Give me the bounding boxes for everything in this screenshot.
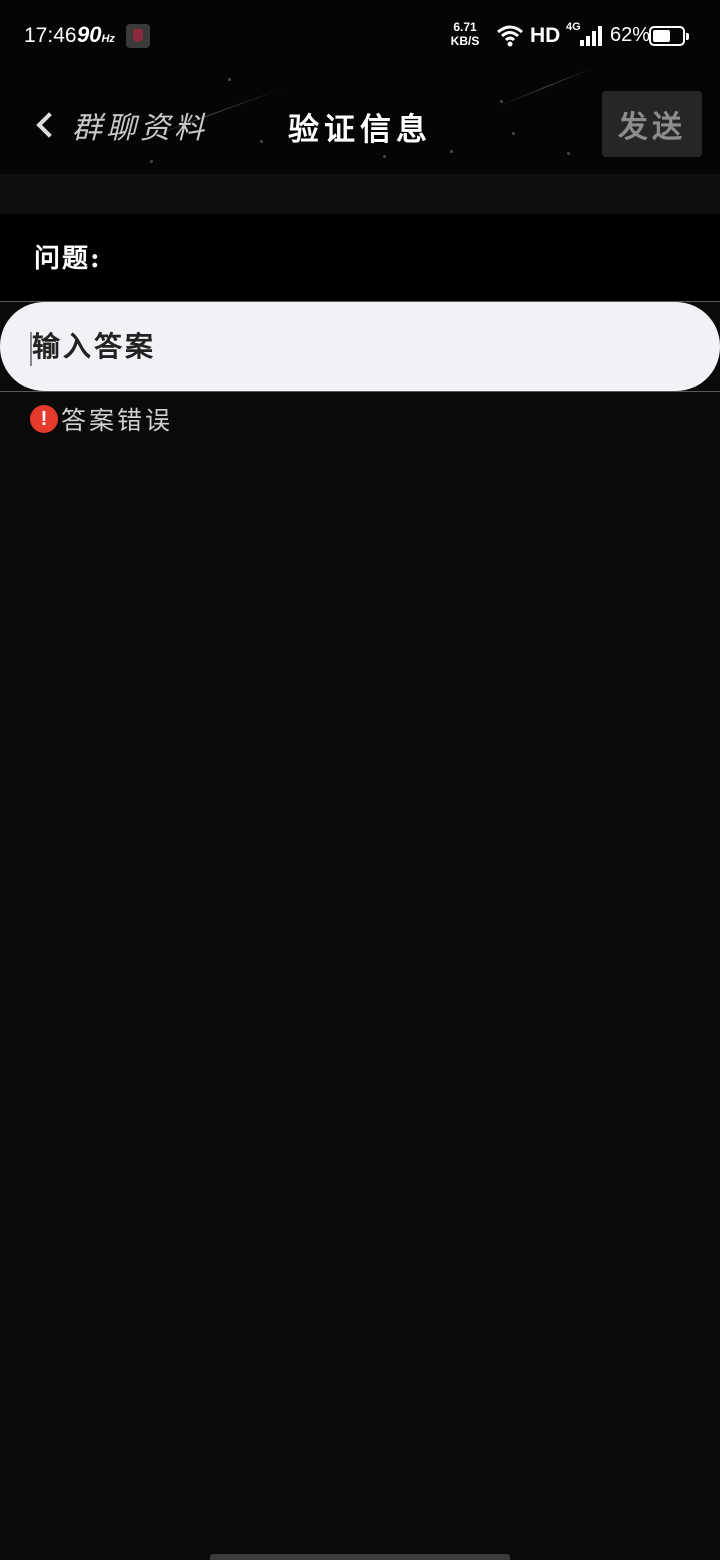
star-decoration: [383, 155, 386, 158]
star-decoration: [450, 150, 453, 153]
star-decoration: [228, 78, 231, 81]
text-caret: [30, 332, 32, 366]
star-decoration: [567, 152, 570, 155]
battery-icon: [649, 26, 689, 46]
network-speed: 6.71 KB/S: [449, 20, 481, 48]
question-row: [0, 214, 720, 302]
signal-icon: [580, 26, 604, 46]
security-shield-icon: [126, 24, 150, 48]
refresh-rate-value: 90: [77, 22, 102, 47]
hd-indicator: HD: [530, 24, 561, 47]
answer-field-container: [0, 302, 720, 391]
network-type: 4G: [566, 21, 581, 33]
battery-percent: 62%: [610, 24, 651, 46]
question-label: 问题:: [34, 244, 102, 274]
star-decoration: [150, 160, 153, 163]
section-gap: [0, 174, 720, 214]
home-indicator[interactable]: [210, 1554, 510, 1560]
exclamation-icon: !: [30, 405, 58, 433]
network-speed-value: 6.71: [453, 20, 477, 34]
refresh-rate-unit: Hz: [101, 33, 115, 45]
error-text: 答案错误: [61, 406, 174, 435]
status-bar: 17:46 90Hz 6.71 KB/S HD 4G 62%: [0, 0, 720, 74]
answer-input[interactable]: [0, 302, 720, 391]
divider: [0, 391, 720, 392]
refresh-rate: 90Hz: [77, 22, 115, 48]
status-time: 17:46: [24, 24, 77, 47]
error-message: ! 答案错误: [30, 404, 174, 435]
network-speed-unit: KB/S: [450, 34, 480, 48]
send-button[interactable]: 发送: [602, 91, 702, 157]
wifi-icon: [497, 25, 523, 47]
